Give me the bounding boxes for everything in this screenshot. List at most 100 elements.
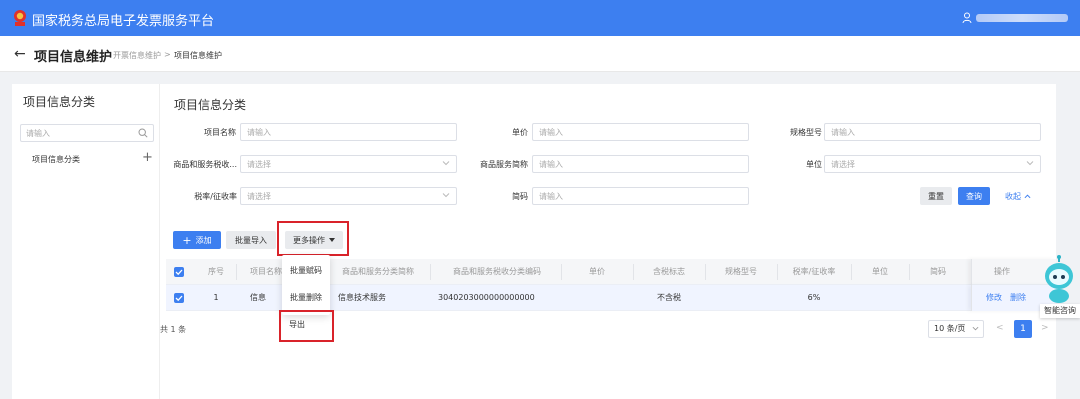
cell-tax-code: 3040203000000000000 bbox=[438, 293, 535, 302]
cell-index: 1 bbox=[213, 293, 219, 302]
short-code-input[interactable] bbox=[533, 188, 748, 204]
select-all-checkbox[interactable] bbox=[174, 267, 184, 277]
back-arrow-icon[interactable]: ← bbox=[14, 46, 26, 62]
column-divider bbox=[236, 264, 237, 280]
chevron-up-icon bbox=[1024, 194, 1031, 199]
export-highlight: 导出 bbox=[279, 310, 334, 342]
menu-item-batch-delete[interactable]: 批量删除 bbox=[282, 292, 330, 303]
cell-rate: 6% bbox=[807, 293, 821, 302]
category-sidebar: 项目信息分类 项目信息分类 + bbox=[12, 84, 160, 399]
check-icon bbox=[175, 269, 183, 276]
breadcrumb-parent[interactable]: 开票信息维护 bbox=[113, 50, 161, 61]
filter-label-tax-rate: 税率/征收率 bbox=[194, 192, 237, 201]
cell-short-code bbox=[909, 285, 967, 311]
batch-import-button[interactable]: 批量导入 bbox=[226, 231, 276, 249]
filter-tax-rate-select[interactable] bbox=[240, 187, 457, 205]
filter-label-short-name: 商品服务简称 bbox=[480, 160, 528, 169]
total-count: 共 1 条 bbox=[160, 325, 187, 334]
cell-price bbox=[561, 285, 633, 311]
unit-select[interactable] bbox=[825, 156, 1040, 172]
user-icon[interactable] bbox=[962, 12, 972, 24]
breadcrumb-separator: > bbox=[164, 50, 171, 59]
column-header-actions: 操作 bbox=[994, 267, 1010, 276]
filter-label-spec: 规格型号 bbox=[790, 128, 822, 137]
filter-spec[interactable] bbox=[824, 123, 1041, 141]
top-bar: 国家税务总局电子发票服务平台 bbox=[0, 0, 1080, 36]
filter-price[interactable] bbox=[532, 123, 749, 141]
sidebar-search[interactable] bbox=[20, 124, 154, 142]
column-header-price: 单价 bbox=[589, 267, 605, 276]
plus-icon: + bbox=[182, 233, 192, 247]
filter-label-unit: 单位 bbox=[806, 160, 822, 169]
page-title: 项目信息维护 bbox=[34, 50, 113, 65]
breadcrumb-current: 项目信息维护 bbox=[174, 51, 222, 60]
next-page-button[interactable]: > bbox=[1041, 323, 1049, 333]
column-header-tax-flag: 含税标志 bbox=[653, 267, 685, 276]
short-name-input[interactable] bbox=[533, 156, 748, 172]
delete-link[interactable]: 删除 bbox=[1010, 285, 1026, 311]
cell-spec bbox=[705, 285, 777, 311]
chevron-down-icon bbox=[442, 161, 450, 166]
filter-short-code[interactable] bbox=[532, 187, 749, 205]
filter-tax-code-select[interactable] bbox=[240, 155, 457, 173]
item-name-input[interactable] bbox=[241, 124, 456, 140]
more-actions-highlight: 更多操作 bbox=[277, 221, 349, 256]
cell-unit bbox=[851, 285, 909, 311]
check-icon bbox=[175, 295, 183, 302]
cell-name: 信息 bbox=[250, 293, 266, 302]
add-button[interactable]: + 添加 bbox=[173, 231, 221, 249]
tax-code-select[interactable] bbox=[241, 156, 456, 172]
menu-item-export[interactable]: 导出 bbox=[289, 319, 305, 330]
tax-rate-select[interactable] bbox=[241, 188, 456, 204]
chevron-down-icon bbox=[1026, 161, 1034, 166]
collapse-label: 收起 bbox=[1005, 192, 1021, 201]
filter-label-price: 单价 bbox=[512, 128, 528, 137]
chevron-down-icon bbox=[442, 193, 450, 198]
page-1-button[interactable]: 1 bbox=[1014, 320, 1032, 338]
more-actions-menu: 批量赋码 批量删除 bbox=[282, 255, 330, 315]
filter-item-name[interactable] bbox=[240, 123, 457, 141]
main-title: 项目信息分类 bbox=[174, 98, 247, 112]
column-header-name: 项目名称 bbox=[250, 267, 282, 276]
spec-input[interactable] bbox=[825, 124, 1040, 140]
tax-emblem-icon bbox=[14, 10, 26, 26]
column-header-tax-code: 商品和服务税收分类编码 bbox=[453, 267, 541, 276]
column-divider bbox=[430, 264, 431, 280]
filter-unit-select[interactable] bbox=[824, 155, 1041, 173]
filter-label-tax-code: 商品和服务税收... bbox=[173, 160, 237, 169]
more-actions-label: 更多操作 bbox=[293, 235, 325, 245]
add-category-icon[interactable]: + bbox=[142, 150, 153, 165]
filter-label-short-code: 简码 bbox=[512, 192, 528, 201]
column-header-index: 序号 bbox=[208, 267, 224, 276]
user-name-blurred[interactable] bbox=[976, 14, 1068, 22]
search-icon[interactable] bbox=[138, 128, 148, 138]
collapse-link[interactable]: 收起 bbox=[1005, 191, 1031, 202]
column-header-short-code: 简码 bbox=[930, 267, 946, 276]
menu-item-batch-assign-code[interactable]: 批量赋码 bbox=[282, 265, 330, 276]
more-actions-button[interactable]: 更多操作 bbox=[285, 231, 343, 249]
add-label: 添加 bbox=[195, 235, 212, 245]
cell-tax-flag: 不含税 bbox=[657, 293, 681, 302]
tree-item-category[interactable]: 项目信息分类 bbox=[32, 154, 80, 165]
app-title: 国家税务总局电子发票服务平台 bbox=[32, 14, 215, 29]
row-checkbox[interactable] bbox=[174, 293, 184, 303]
chevron-down-icon bbox=[972, 326, 979, 331]
column-header-spec: 规格型号 bbox=[725, 267, 757, 276]
caret-down-icon bbox=[329, 237, 335, 242]
column-header-unit: 单位 bbox=[872, 267, 888, 276]
sidebar-search-input[interactable] bbox=[21, 125, 131, 141]
column-header-category: 商品和服务分类简称 bbox=[342, 267, 414, 276]
cell-category: 信息技术服务 bbox=[338, 293, 386, 302]
price-input[interactable] bbox=[533, 124, 748, 140]
query-button[interactable]: 查询 bbox=[958, 187, 990, 205]
filter-short-name[interactable] bbox=[532, 155, 749, 173]
column-header-rate: 税率/征收率 bbox=[792, 267, 836, 276]
assistant-label[interactable]: 智能咨询 bbox=[1040, 304, 1080, 318]
page-size-select[interactable]: 10 条/页 bbox=[928, 320, 984, 338]
filter-label-item-name: 项目名称 bbox=[204, 128, 236, 137]
prev-page-button[interactable]: < bbox=[996, 323, 1004, 333]
reset-button[interactable]: 重置 bbox=[920, 187, 952, 205]
sidebar-title: 项目信息分类 bbox=[23, 95, 96, 109]
breadcrumb-bar: ← 项目信息维护 开票信息维护 > 项目信息维护 bbox=[0, 36, 1080, 72]
edit-link[interactable]: 修改 bbox=[986, 285, 1002, 311]
